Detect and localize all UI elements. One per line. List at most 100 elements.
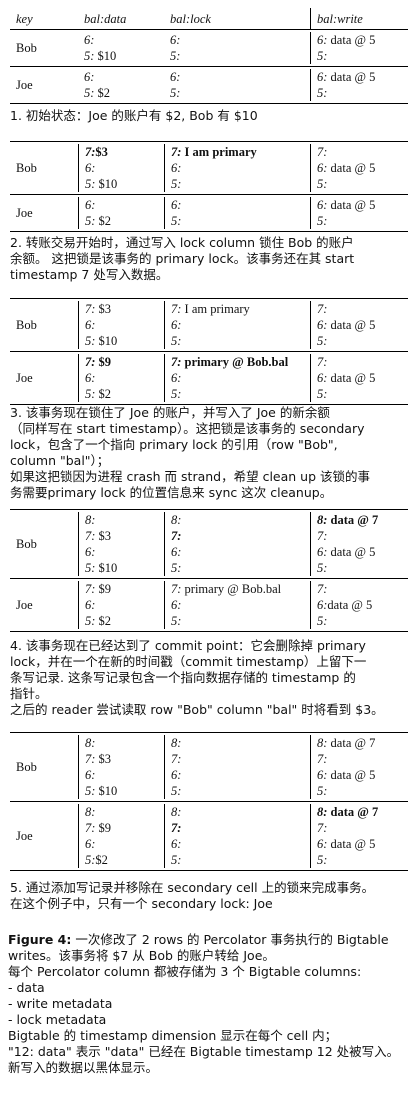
timestamp-label: 6: bbox=[85, 768, 96, 782]
timestamp-label: 7: bbox=[171, 752, 182, 766]
cell-entry: 6: bbox=[171, 767, 310, 783]
cell-entry: 5: bbox=[171, 333, 310, 349]
timestamp-label: 7: bbox=[171, 821, 182, 835]
timestamp-label: 6: bbox=[85, 545, 96, 559]
data-cell: 7:$3 6: 5: $10 bbox=[78, 144, 164, 192]
timestamp-label: 7: bbox=[171, 355, 182, 369]
caption-line: 4. 该事务现在已经达到了 commit point：它会删除掉 primary bbox=[10, 638, 366, 653]
cell-entry: 5: bbox=[171, 560, 310, 576]
bigtable-table: key bal:data bal:lock bal:write Bob 6: 5: $10 6… bbox=[10, 8, 408, 104]
timestamp-label: 5: bbox=[317, 784, 328, 798]
figure-caption-line: writes。该事务将 $7 从 Bob 的账户转给 Joe。 bbox=[8, 948, 275, 963]
timestamp-label: 6: bbox=[171, 598, 182, 612]
timestamp-label: 8: bbox=[317, 513, 328, 527]
caption-line: 2. 转账交易开始时，通过写入 lock column 锁住 Bob 的账户 bbox=[10, 235, 354, 250]
timestamp-label: 7: bbox=[171, 529, 182, 543]
timestamp-label: 5: bbox=[317, 853, 328, 867]
table-row: Joe 8: 7: $9 6: 5:$2 8: 7: 6: 5: 8: data @ 7 7: 6: … bbox=[10, 802, 408, 871]
lock-cell: 7: I am primary 6: 5: bbox=[164, 301, 310, 349]
timestamp-label: 6: bbox=[317, 768, 328, 782]
timestamp-label: 6: bbox=[317, 70, 328, 84]
caption-line: lock，并在一个在新的时间戳（commit timestamp）上留下一 bbox=[10, 654, 367, 669]
timestamp-label: 5: bbox=[317, 86, 328, 100]
cell-entry: 6: bbox=[85, 767, 164, 783]
data-cell: 7: $3 6: 5: $10 bbox=[78, 301, 164, 349]
figure-caption-line: 每个 Percolator column 都被存储为 3 个 Bigtable … bbox=[8, 964, 362, 979]
cell-entry: 5: bbox=[171, 852, 310, 868]
cell-entry: 8: bbox=[85, 512, 164, 528]
cell-value: $10 bbox=[95, 561, 118, 575]
cell-entry: 7: bbox=[171, 528, 310, 544]
data-cell: 7: $9 6: 5: $2 bbox=[78, 354, 164, 402]
write-cell: 8: data @ 7 7: 6: data @ 5 5: bbox=[310, 735, 408, 799]
cell-entry: 5: $10 bbox=[85, 560, 164, 576]
cell-entry: 6: data @ 5 bbox=[317, 544, 408, 560]
cell-value: $10 bbox=[95, 177, 118, 191]
cell-entry: 7:$3 bbox=[85, 144, 164, 160]
timestamp-label: 5: bbox=[85, 853, 96, 867]
timestamp-label: 7: bbox=[317, 145, 328, 159]
caption-line: 3. 该事务现在锁住了 Joe 的账户，并写入了 Joe 的新余额 bbox=[10, 405, 330, 420]
cell-entry: 8: bbox=[171, 512, 310, 528]
cell-value: $9 bbox=[95, 821, 112, 835]
cell-entry: 5: bbox=[317, 386, 408, 402]
cell-entry: 5: bbox=[317, 48, 408, 64]
timestamp-label: 7: bbox=[317, 582, 328, 596]
cell-entry: 6: bbox=[171, 597, 310, 613]
timestamp-label: 5: bbox=[85, 177, 96, 191]
timestamp-label: 6: bbox=[170, 70, 181, 84]
timestamp-label: 6: bbox=[317, 318, 328, 332]
cell-entry: 8: data @ 7 bbox=[317, 512, 408, 528]
cell-entry: 8: bbox=[85, 804, 164, 820]
caption-line: lock，包含了一个指向 primary lock 的引用（row "Bob", bbox=[10, 437, 338, 452]
figure-caption-text: 一次修改了 2 rows 的 Percolator 事务执行的 Bigtable bbox=[71, 932, 389, 947]
write-cell: 6: data @ 5 5: bbox=[310, 32, 408, 64]
table-row: Bob 7: $3 6: 5: $10 7: I am primary 6: 5: 7: 6: … bbox=[10, 298, 408, 352]
table-row: Bob 7:$3 6: 5: $10 7: I am primary 6: 5: 7: 6: d… bbox=[10, 141, 408, 195]
timestamp-label: 6: bbox=[171, 837, 182, 851]
timestamp-label: 8: bbox=[317, 805, 328, 819]
timestamp-label: 5: bbox=[317, 49, 328, 63]
timestamp-label: 7: bbox=[85, 529, 96, 543]
cell-value: $9 bbox=[95, 355, 112, 369]
timestamp-label: 5: bbox=[170, 49, 181, 63]
cell-value: data @ 5 bbox=[327, 371, 376, 385]
write-cell: 7: 6: data @ 5 5: bbox=[310, 354, 408, 402]
cell-entry: 6: bbox=[171, 160, 310, 176]
cell-value: data @ 5 bbox=[327, 161, 376, 175]
timestamp-label: 5: bbox=[85, 214, 96, 228]
timestamp-label: 5: bbox=[170, 86, 181, 100]
cell-entry: 7: bbox=[171, 820, 310, 836]
caption-line: （同样写在 start timestamp）。这把锁是该事务的 secondar… bbox=[10, 421, 365, 436]
cell-entry: 7: $9 bbox=[85, 354, 164, 370]
cell-entry: 6: bbox=[85, 597, 164, 613]
cell-entry: 7: I am primary bbox=[171, 301, 310, 317]
timestamp-label: 5: bbox=[85, 614, 96, 628]
row-key: Bob bbox=[16, 318, 37, 332]
cell-entry: 7: bbox=[317, 354, 408, 370]
table-row: Joe 6: 5: $2 6: 5: 6: data @ 5 5: bbox=[10, 195, 408, 232]
cell-entry: 8: bbox=[171, 735, 310, 751]
cell-entry: 5: bbox=[317, 852, 408, 868]
timestamp-label: 5: bbox=[317, 177, 328, 191]
cell-value: data @ 5 bbox=[327, 198, 376, 212]
timestamp-label: 8: bbox=[171, 736, 182, 750]
timestamp-label: 7: bbox=[171, 145, 182, 159]
table-row: Bob 6: 5: $10 6: 5: 6: data @ 5 5: bbox=[10, 30, 408, 67]
timestamp-label: 7: bbox=[85, 752, 96, 766]
timestamp-label: 7: bbox=[317, 529, 328, 543]
row-key: Bob bbox=[16, 41, 37, 55]
figure-label: Figure 4: bbox=[8, 932, 72, 947]
cell-entry: 6:data @ 5 bbox=[317, 597, 408, 613]
timestamp-label: 8: bbox=[85, 513, 96, 527]
write-cell: 7: 6: data @ 5 5: bbox=[310, 144, 408, 192]
data-cell: 6: 5: $10 bbox=[78, 32, 164, 64]
cell-entry: 6: bbox=[171, 197, 310, 213]
column-header: key bbox=[16, 12, 33, 26]
timestamp-label: 5: bbox=[171, 214, 182, 228]
timestamp-label: 5: bbox=[317, 334, 328, 348]
lock-cell: 8: 7: 6: 5: bbox=[164, 512, 310, 576]
cell-value: $3 bbox=[95, 145, 108, 159]
cell-entry: 5: bbox=[171, 386, 310, 402]
timestamp-label: 8: bbox=[171, 805, 182, 819]
